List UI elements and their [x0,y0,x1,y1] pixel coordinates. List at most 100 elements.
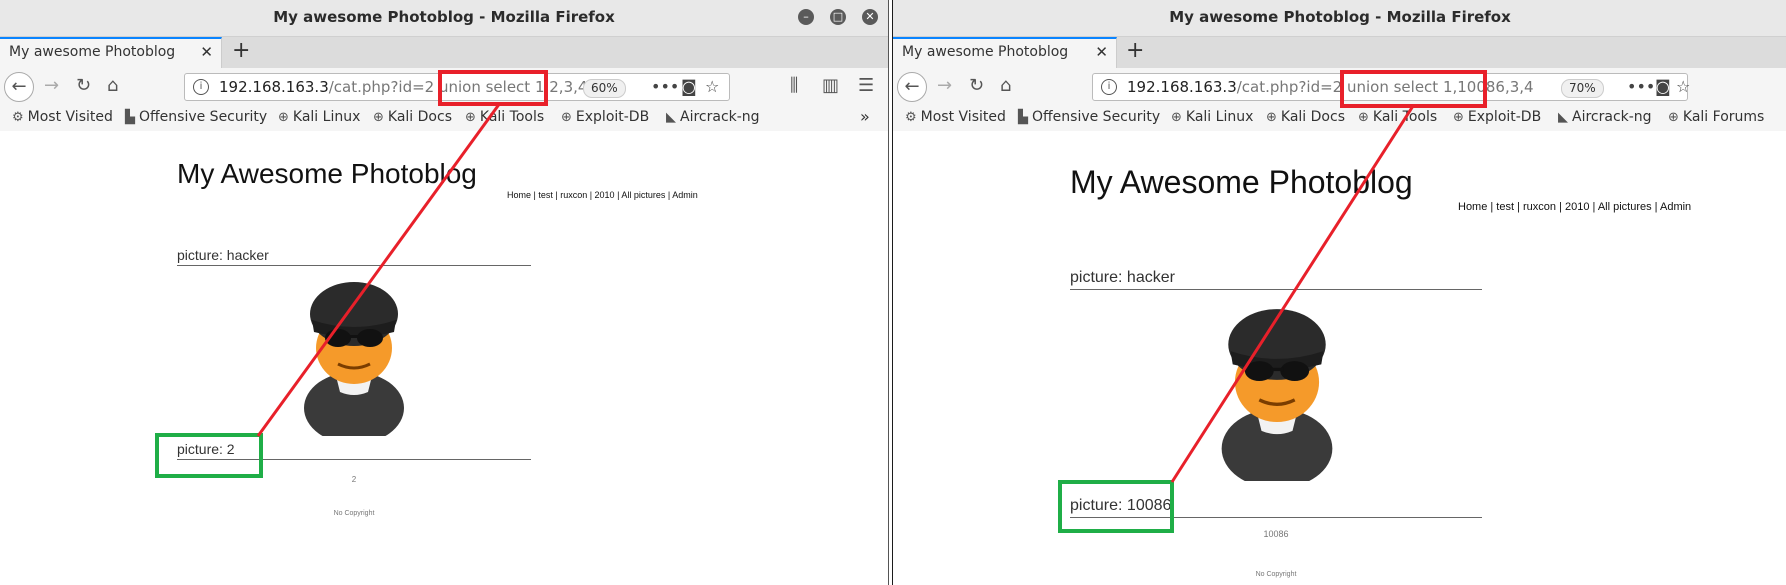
page-actions-icon[interactable]: ••• [1627,77,1655,96]
bookmark-kali-tools[interactable]: ⊕ Kali Tools [465,109,544,125]
bookmark-label: Kali Linux [292,109,361,125]
reload-icon[interactable]: ↻ [76,75,91,96]
bookmark-label: Aircrack-ng [1572,109,1652,125]
back-arrow-icon[interactable]: ← [897,72,927,102]
window-title: My awesome Photoblog - Mozilla Firefox [273,8,615,26]
pocket-icon[interactable]: ◙ [681,77,697,96]
bookmark-kali-docs[interactable]: ⊕ Kali Docs [373,109,452,125]
globe-icon: ⊕ [373,110,384,125]
bookmark-aircrack-ng[interactable]: ◣ Aircrack-ng [666,109,760,125]
minimize-icon[interactable]: – [798,9,814,25]
site-title: My Awesome Photoblog [1070,164,1413,200]
bookmark-label: Offensive Security [139,109,268,125]
home-icon[interactable]: ⌂ [1000,75,1011,96]
bookmark-label: Kali Forums [1682,109,1765,125]
bookmark-offensive-security[interactable]: ▙ Offensive Security [125,109,267,125]
page-footer: No Copyright [1255,571,1297,578]
bookmark-exploit-db[interactable]: ⊕ Exploit-DB [561,109,649,125]
title-bar: My awesome Photoblog - Mozilla Firefox –… [0,0,888,37]
aircrack-icon: ◣ [1558,110,1568,125]
url-injection-highlight-right [1340,70,1487,108]
bookmark-kali-docs[interactable]: ⊕ Kali Docs [1266,109,1345,125]
reload-icon[interactable]: ↻ [969,75,984,96]
tab-photoblog[interactable]: My awesome Photoblog ✕ [893,37,1117,68]
bookmark-label: Kali Docs [1280,109,1345,125]
maximize-icon[interactable]: □ [830,9,846,25]
tab-strip: My awesome Photoblog ✕ + [0,37,888,68]
bookmark-exploit-db[interactable]: ⊕ Exploit-DB [1453,109,1541,125]
bookmark-kali-linux[interactable]: ⊕ Kali Linux [278,109,360,125]
close-tab-icon[interactable]: ✕ [1095,43,1108,61]
page-footer: No Copyright [333,510,375,517]
pocket-icon[interactable]: ◙ [1655,77,1671,96]
star-icon[interactable]: ☆ [705,77,719,96]
aircrack-icon: ◣ [666,110,676,125]
bookmark-most-visited[interactable]: ⚙ Most Visited [12,109,113,125]
browser-window-right: My awesome Photoblog - Mozilla Firefox M… [892,0,1786,585]
site-title: My Awesome Photoblog [177,158,477,189]
bookmark-aircrack-ng[interactable]: ◣ Aircrack-ng [1558,109,1652,125]
bookmark-label: Kali Tools [479,109,545,125]
sidebar-icon[interactable]: ▥ [822,75,839,96]
globe-icon: ⊕ [1453,110,1464,125]
home-icon[interactable]: ⌂ [107,75,118,96]
url-host: 192.168.163.3 [219,78,329,96]
new-tab-icon[interactable]: + [232,38,250,63]
offsec-icon: ▙ [125,110,135,125]
globe-icon: ⊕ [1266,110,1277,125]
bookmarks-toolbar: ⚙ Most Visited ▙ Offensive Security ⊕ Kali … [893,106,1786,132]
library-icon[interactable]: ⫼ [790,75,798,96]
zoom-level[interactable]: 70% [1561,79,1604,98]
gear-icon: ⚙ [905,110,917,125]
bookmark-kali-tools[interactable]: ⊕ Kali Tools [1358,109,1437,125]
url-host: 192.168.163.3 [1127,78,1237,96]
tab-photoblog[interactable]: My awesome Photoblog ✕ [0,37,222,68]
tab-label: My awesome Photoblog [9,44,176,60]
globe-icon: ⊕ [465,110,476,125]
bookmark-label: Most Visited [27,109,113,125]
star-icon[interactable]: ☆ [1676,77,1690,96]
bookmark-most-visited[interactable]: ⚙ Most Visited [905,109,1006,125]
globe-icon: ⊕ [1668,110,1679,125]
info-icon[interactable]: i [193,79,209,95]
globe-icon: ⊕ [1358,110,1369,125]
gear-icon: ⚙ [12,110,24,125]
info-icon[interactable]: i [1101,79,1117,95]
forward-arrow-icon[interactable]: → [937,75,952,96]
globe-icon: ⊕ [1171,110,1182,125]
globe-icon: ⊕ [561,110,572,125]
back-arrow-icon[interactable]: ← [4,72,34,102]
new-tab-icon[interactable]: + [1126,38,1144,63]
page-content: My Awesome Photoblog Home | test | ruxco… [893,131,1786,585]
url-injection-highlight-left [438,70,548,106]
site-nav[interactable]: Home | test | ruxcon | 2010 | All pictur… [1458,201,1691,213]
bookmark-label: Most Visited [920,109,1006,125]
bookmark-kali-linux[interactable]: ⊕ Kali Linux [1171,109,1253,125]
hacker-avatar-image [304,282,404,436]
close-window-icon[interactable]: ✕ [862,9,878,25]
bookmark-label: Exploit-DB [1467,109,1542,125]
picture-heading-hacker: picture: hacker [177,247,531,266]
bookmark-offensive-security[interactable]: ▙ Offensive Security [1018,109,1160,125]
picture-heading-hacker: picture: hacker [1070,269,1482,290]
tab-label: My awesome Photoblog [902,44,1069,60]
offsec-icon: ▙ [1018,110,1028,125]
site-nav[interactable]: Home | test | ruxcon | 2010 | All pictur… [507,190,698,200]
close-tab-icon[interactable]: ✕ [200,43,213,61]
forward-arrow-icon[interactable]: → [44,75,59,96]
menu-icon[interactable]: ☰ [858,75,874,96]
page-actions-icon[interactable]: ••• [651,77,679,96]
bookmark-label: Exploit-DB [575,109,650,125]
bookmarks-overflow-icon[interactable]: » [860,107,870,126]
hacker-avatar-image [1221,309,1333,481]
page-content: My Awesome Photoblog Home | test | ruxco… [0,131,888,585]
globe-icon: ⊕ [278,110,289,125]
title-bar: My awesome Photoblog - Mozilla Firefox [893,0,1786,37]
result-highlight-right [1058,480,1174,533]
zoom-level[interactable]: 60% [583,79,626,98]
bookmark-label: Kali Linux [1185,109,1254,125]
result-highlight-left [155,433,263,478]
bookmark-kali-forums[interactable]: ⊕ Kali Forums [1668,109,1764,125]
bookmark-label: Offensive Security [1032,109,1161,125]
bookmark-label: Aircrack-ng [680,109,760,125]
